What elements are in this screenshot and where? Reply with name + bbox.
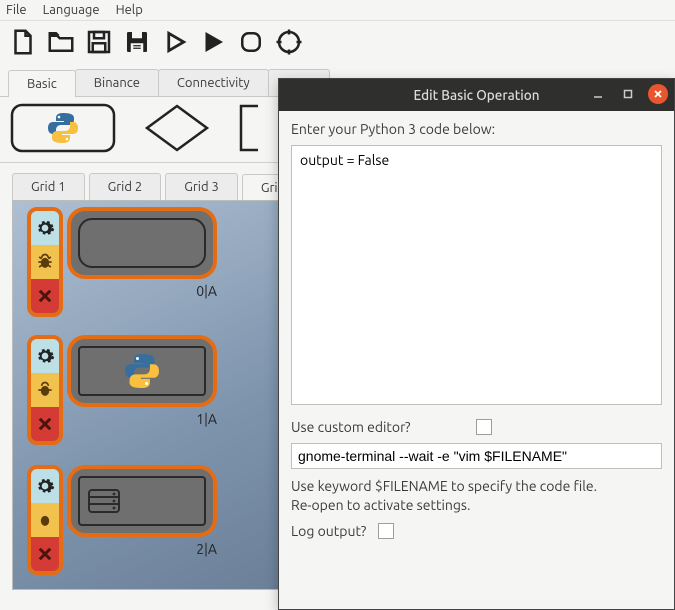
node-settings-button[interactable]: [31, 211, 59, 245]
node-2[interactable]: 2|A: [27, 465, 217, 575]
custom-editor-command-input[interactable]: [291, 443, 662, 469]
custom-editor-label: Use custom editor?: [291, 419, 410, 435]
node-settings-button[interactable]: [31, 469, 59, 503]
menu-help[interactable]: Help: [116, 3, 143, 17]
node-controls: [27, 465, 63, 575]
node-debug-button[interactable]: [31, 503, 59, 537]
filename-hint: Use keyword $FILENAME to specify the cod…: [291, 477, 662, 515]
node-label: 2|A: [196, 541, 217, 557]
tab-connectivity[interactable]: Connectivity: [158, 69, 269, 96]
node-settings-button[interactable]: [31, 339, 59, 373]
dialog-titlebar[interactable]: Edit Basic Operation: [279, 79, 674, 111]
node-delete-button[interactable]: [31, 537, 59, 571]
grid-tab-2[interactable]: Grid 2: [89, 173, 162, 200]
maximize-button[interactable]: [618, 84, 638, 104]
run-button[interactable]: [196, 25, 230, 59]
node-label: 0|A: [196, 283, 217, 299]
tab-binance[interactable]: Binance: [75, 69, 159, 96]
grid-tab-1[interactable]: Grid 1: [12, 173, 85, 200]
node-delete-button[interactable]: [31, 407, 59, 441]
edit-operation-dialog: Edit Basic Operation Enter your Python 3…: [278, 78, 675, 610]
node-controls: [27, 335, 63, 445]
node-controls: [27, 207, 63, 317]
menu-file[interactable]: File: [6, 3, 27, 17]
tab-basic[interactable]: Basic: [8, 70, 76, 97]
log-output-label: Log output?: [291, 523, 366, 539]
node-debug-button[interactable]: [31, 373, 59, 407]
code-prompt-label: Enter your Python 3 code below:: [291, 121, 662, 137]
node-label: 1|A: [196, 411, 217, 427]
save-all-button[interactable]: [120, 25, 154, 59]
node-body[interactable]: [67, 335, 217, 407]
palette-item-python[interactable]: [10, 103, 116, 156]
target-button[interactable]: [272, 25, 306, 59]
node-delete-button[interactable]: [31, 279, 59, 313]
code-textarea[interactable]: [291, 145, 662, 405]
save-button[interactable]: [82, 25, 116, 59]
dialog-title: Edit Basic Operation: [413, 87, 539, 103]
stop-button[interactable]: [234, 25, 268, 59]
menu-language[interactable]: Language: [43, 3, 100, 17]
node-body[interactable]: [67, 465, 217, 537]
palette-item-decision[interactable]: [142, 103, 212, 156]
node-1[interactable]: 1|A: [27, 335, 217, 445]
open-file-button[interactable]: [44, 25, 78, 59]
custom-editor-checkbox[interactable]: [476, 419, 492, 435]
step-button[interactable]: [158, 25, 192, 59]
toolbar: [0, 21, 675, 63]
menu-bar: File Language Help: [0, 0, 675, 21]
node-debug-button[interactable]: [31, 245, 59, 279]
log-output-checkbox[interactable]: [378, 523, 394, 539]
grid-tab-3[interactable]: Grid 3: [165, 173, 238, 200]
minimize-button[interactable]: [588, 84, 608, 104]
palette-item-block[interactable]: [238, 103, 258, 156]
node-0[interactable]: 0|A: [27, 207, 217, 317]
new-file-button[interactable]: [6, 25, 40, 59]
close-button[interactable]: [648, 84, 668, 104]
node-body[interactable]: [67, 207, 217, 279]
